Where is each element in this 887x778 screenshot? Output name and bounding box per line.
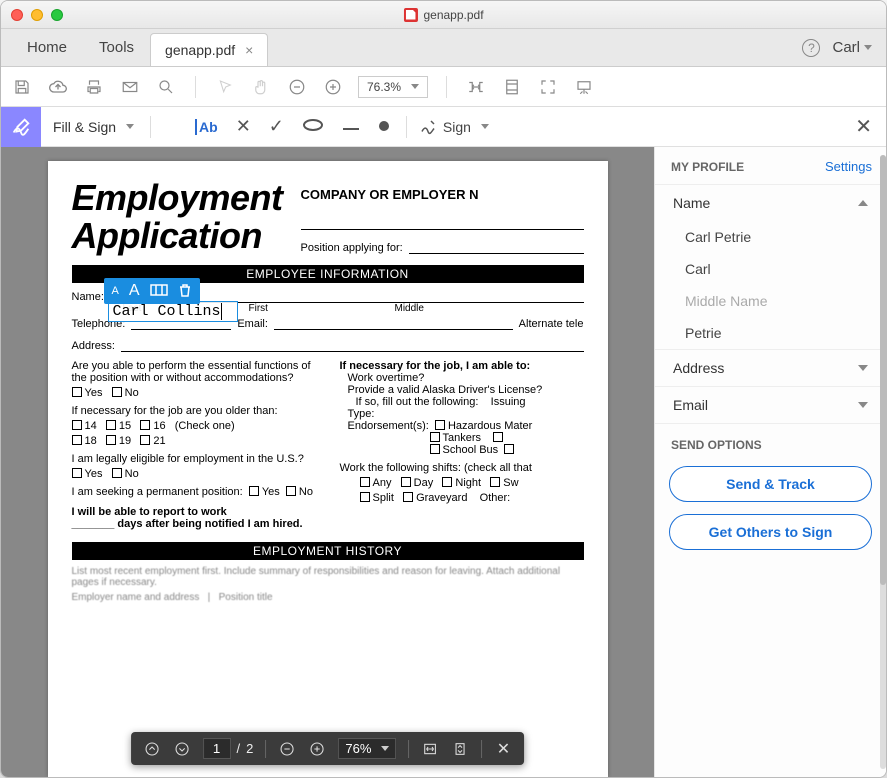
zoom-dropdown[interactable]: 76% [338, 738, 396, 759]
dot-tool[interactable] [378, 116, 390, 137]
chevron-down-icon [411, 84, 419, 89]
search-icon[interactable] [155, 76, 177, 98]
oval-tool[interactable] [302, 116, 324, 137]
company-label: COMPANY OR EMPLOYER N [301, 187, 584, 202]
fit-page-icon[interactable] [451, 740, 469, 758]
tab-bar: Home Tools genapp.pdf × ? Carl [1, 29, 886, 67]
text-size-small[interactable]: A [112, 285, 119, 297]
chevron-down-icon [864, 45, 872, 50]
chevron-down-icon [858, 402, 868, 408]
print-icon[interactable] [83, 76, 105, 98]
send-options-header: SEND OPTIONS [655, 423, 886, 460]
text-annotation-input[interactable]: Carl Collins [108, 301, 238, 322]
active-document-tab[interactable]: genapp.pdf × [150, 33, 268, 66]
doc-heading: Employment Application [72, 179, 283, 255]
user-menu[interactable]: Carl [832, 39, 872, 56]
window-controls [11, 9, 63, 21]
window-title-text: genapp.pdf [423, 8, 483, 22]
settings-link[interactable]: Settings [825, 159, 872, 174]
fit-page-icon[interactable] [501, 76, 523, 98]
window-close-button[interactable] [11, 9, 23, 21]
content-area: Employment Application COMPANY OR EMPLOY… [1, 147, 886, 777]
fill-sign-icon [1, 107, 41, 147]
chevron-down-icon [126, 124, 134, 129]
sign-dropdown[interactable]: Sign [419, 118, 489, 136]
fit-width-icon[interactable] [465, 76, 487, 98]
home-tab[interactable]: Home [11, 29, 83, 66]
tab-label: genapp.pdf [165, 42, 235, 58]
chevron-up-icon [858, 200, 868, 206]
window-title: genapp.pdf [403, 8, 483, 22]
text-input-value: Carl Collins [113, 303, 222, 320]
hand-icon[interactable] [250, 76, 272, 98]
fill-sign-toolbar: Fill & Sign Ab ✕ ✓ Sign ✕ [1, 107, 886, 147]
chevron-down-icon [858, 365, 868, 371]
send-track-button[interactable]: Send & Track [669, 466, 872, 502]
scrollbar[interactable] [880, 155, 886, 769]
address-section[interactable]: Address [655, 349, 886, 386]
profile-first-name[interactable]: Carl [655, 253, 886, 285]
page-nav-toolbar: / 2 76% ✕ [131, 732, 525, 765]
section-history: EMPLOYMENT HISTORY [72, 542, 584, 560]
text-tool[interactable]: Ab [195, 119, 218, 135]
tools-tab[interactable]: Tools [83, 29, 150, 66]
cursor-icon[interactable] [214, 76, 236, 98]
app-window: genapp.pdf Home Tools genapp.pdf × ? Car… [0, 0, 887, 778]
page-down-icon[interactable] [173, 740, 191, 758]
name-section[interactable]: Name [655, 184, 886, 221]
fill-sign-label: Fill & Sign [53, 119, 116, 135]
titlebar: genapp.pdf [1, 1, 886, 29]
text-annotation-toolbar: A A [104, 278, 200, 304]
line-tool[interactable] [342, 116, 360, 137]
page-up-icon[interactable] [143, 740, 161, 758]
zoom-value: 76.3% [367, 80, 401, 94]
check-tool[interactable]: ✓ [269, 116, 284, 137]
zoom-out-icon[interactable] [286, 76, 308, 98]
chevron-down-icon [381, 746, 389, 751]
page-indicator: / 2 [203, 738, 254, 759]
close-toolbar-icon[interactable]: ✕ [494, 740, 512, 758]
right-panel: MY PROFILE Settings Name Carl Petrie Car… [654, 147, 886, 777]
zoom-out-icon[interactable] [278, 740, 296, 758]
cloud-upload-icon[interactable] [47, 76, 69, 98]
text-size-large[interactable]: A [129, 282, 140, 300]
zoom-in-icon[interactable] [308, 740, 326, 758]
pdf-page: Employment Application COMPANY OR EMPLOY… [48, 161, 608, 777]
get-others-sign-button[interactable]: Get Others to Sign [669, 514, 872, 550]
document-viewport[interactable]: Employment Application COMPANY OR EMPLOY… [1, 147, 654, 777]
window-minimize-button[interactable] [31, 9, 43, 21]
user-name: Carl [832, 39, 860, 56]
save-icon[interactable] [11, 76, 33, 98]
help-icon[interactable]: ? [802, 39, 820, 57]
close-panel-button[interactable]: ✕ [855, 114, 872, 139]
zoom-in-icon[interactable] [322, 76, 344, 98]
profile-last-name[interactable]: Petrie [655, 317, 886, 349]
profile-middle-name[interactable]: Middle Name [655, 285, 886, 317]
x-mark-tool[interactable]: ✕ [236, 116, 251, 137]
page-current-input[interactable] [203, 738, 231, 759]
fit-width-icon[interactable] [421, 740, 439, 758]
pdf-icon [403, 8, 417, 22]
fill-sign-dropdown[interactable]: Fill & Sign [41, 119, 146, 135]
my-profile-label: MY PROFILE [671, 160, 744, 174]
profile-full-name[interactable]: Carl Petrie [655, 221, 886, 253]
sign-label: Sign [443, 119, 471, 135]
zoom-value: 76% [345, 741, 371, 756]
read-mode-icon[interactable] [573, 76, 595, 98]
mail-icon[interactable] [119, 76, 141, 98]
email-section[interactable]: Email [655, 386, 886, 423]
position-label: Position applying for: [301, 242, 403, 254]
delete-icon[interactable] [178, 283, 192, 300]
window-maximize-button[interactable] [51, 9, 63, 21]
main-toolbar: 76.3% [1, 67, 886, 107]
tab-close-button[interactable]: × [245, 42, 253, 58]
scrollbar-thumb[interactable] [880, 155, 886, 585]
zoom-select[interactable]: 76.3% [358, 76, 428, 98]
my-profile-header: MY PROFILE Settings [655, 147, 886, 184]
chevron-down-icon [481, 124, 489, 129]
fullscreen-icon[interactable] [537, 76, 559, 98]
spacing-icon[interactable] [150, 284, 168, 299]
page-total: 2 [246, 741, 253, 756]
